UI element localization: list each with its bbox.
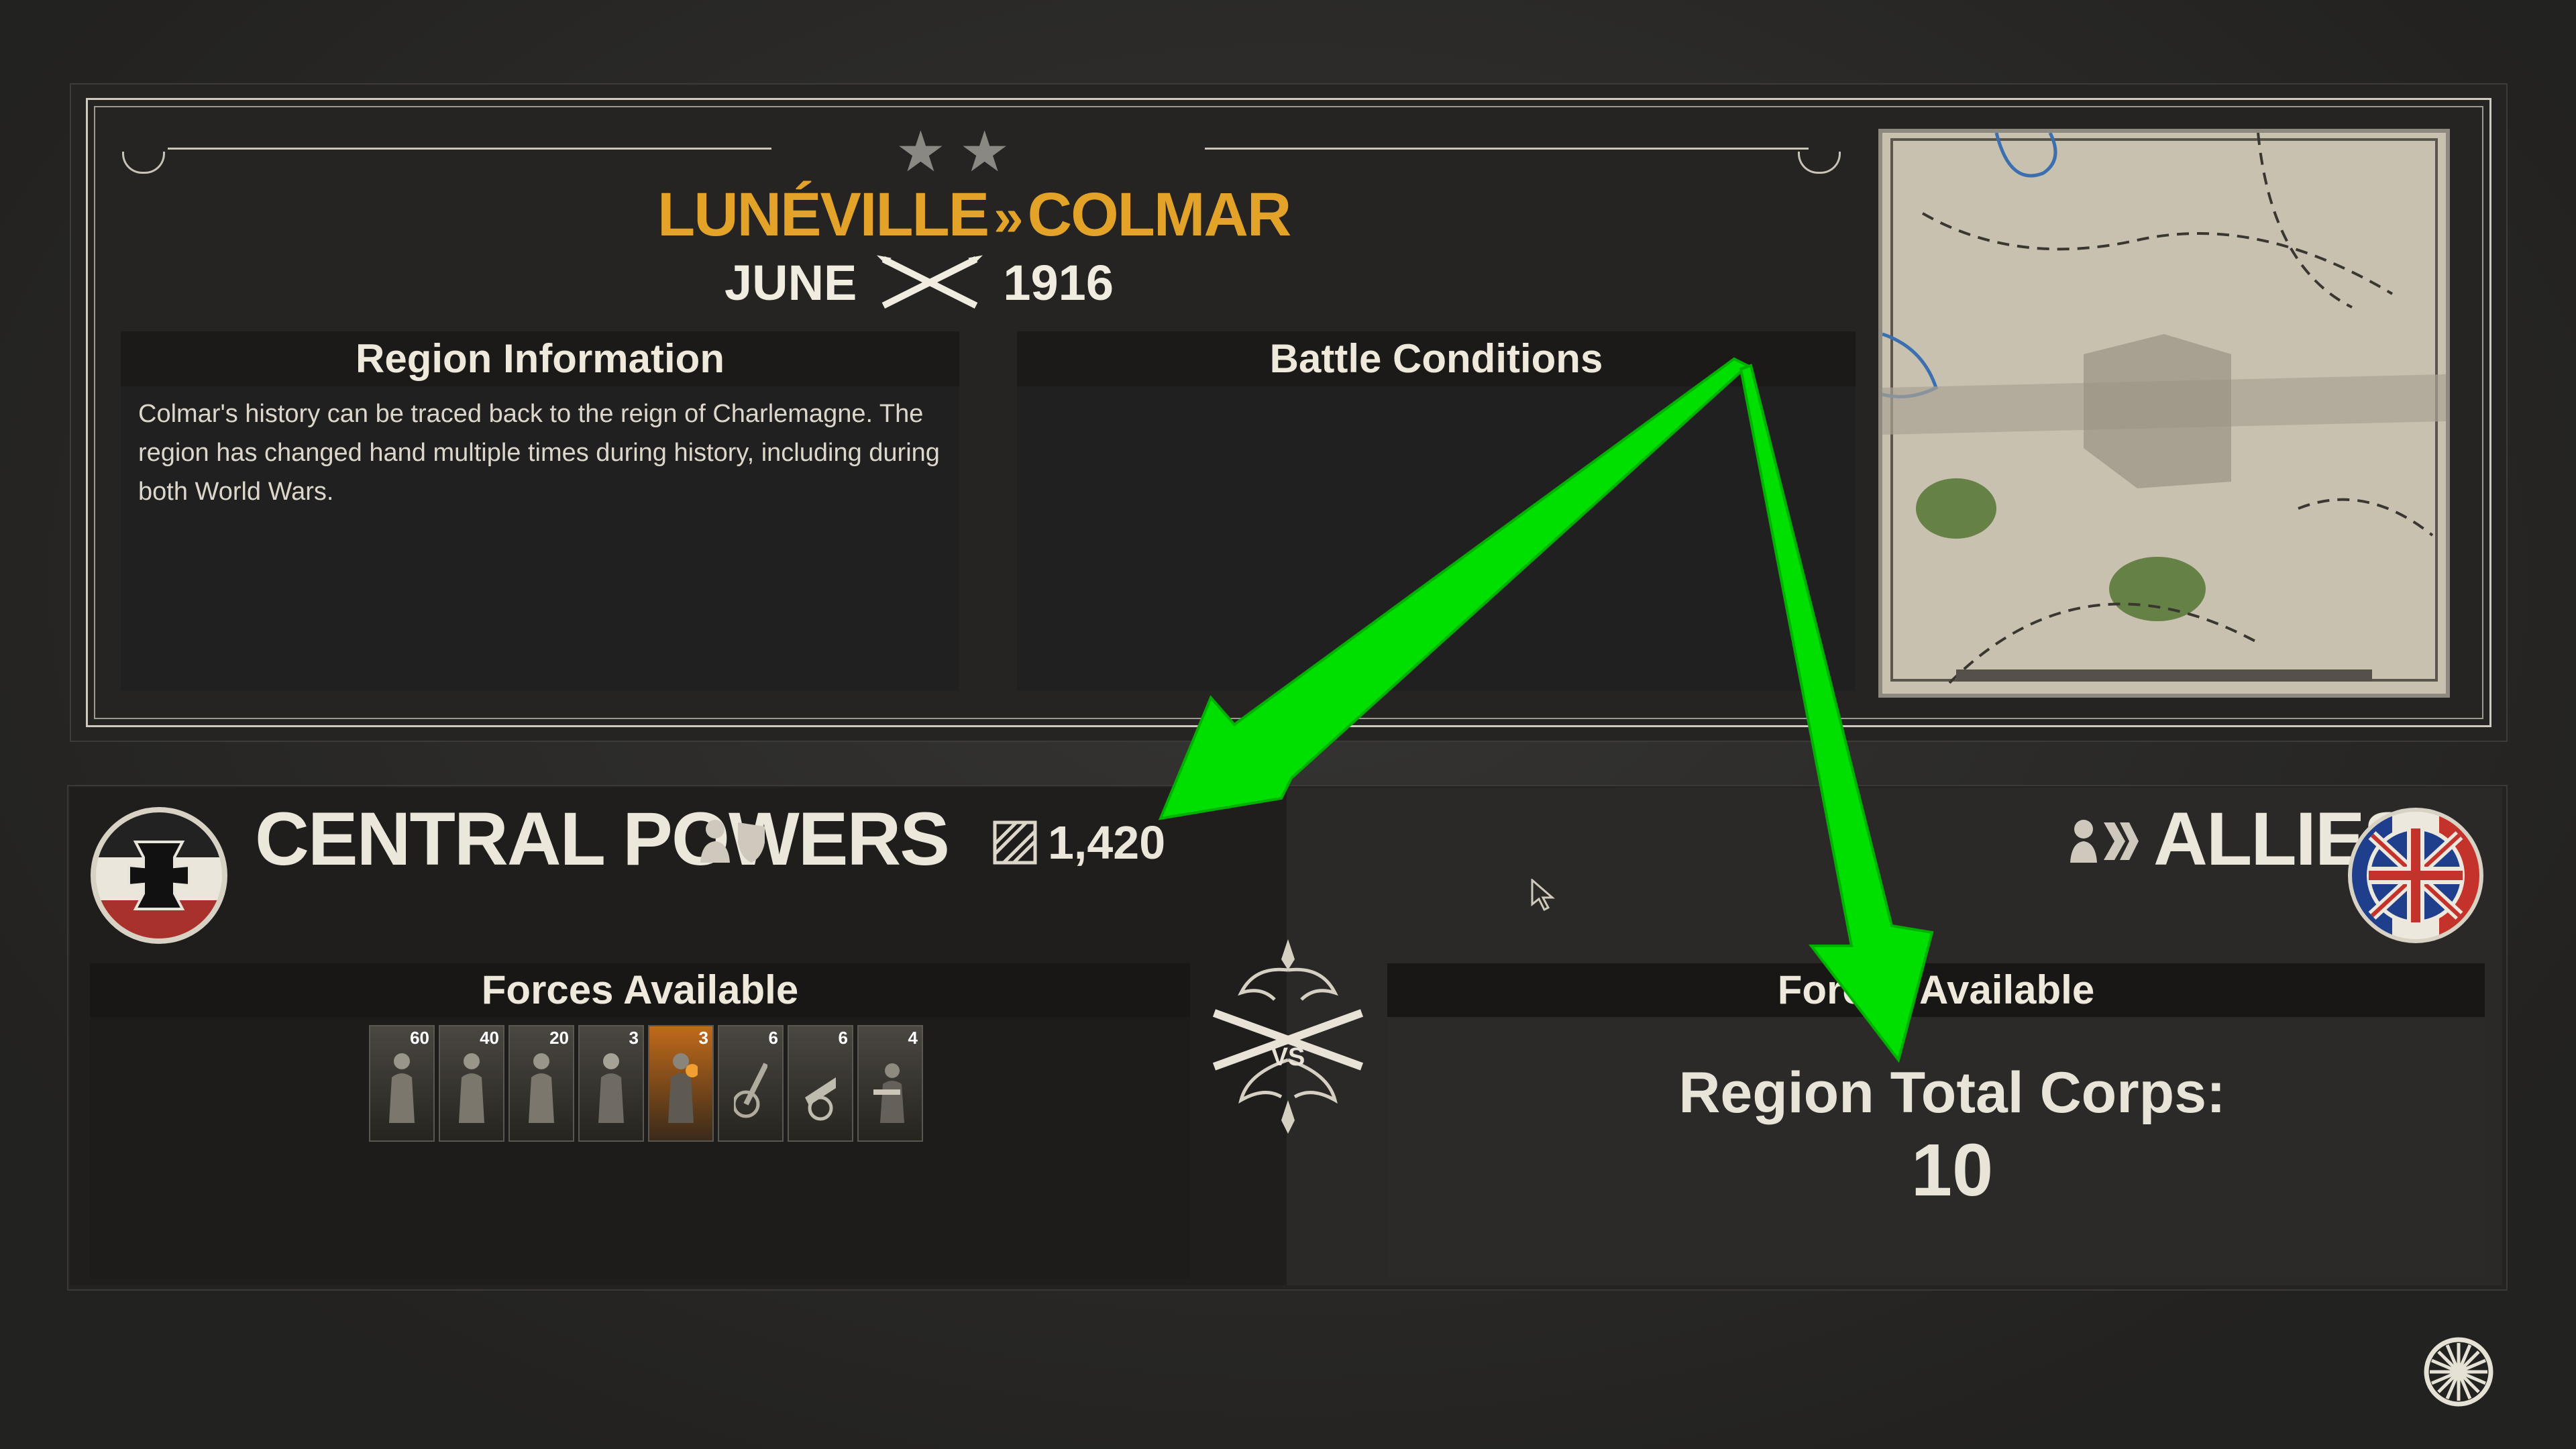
unit-card[interactable]: 40	[439, 1025, 504, 1142]
soldier-defend-icon	[700, 820, 765, 863]
artillery-icon	[734, 1063, 767, 1118]
region-total-corps: Region Total Corps: 10	[1597, 1060, 2308, 1213]
spinner-wheel-icon[interactable]	[2422, 1335, 2496, 1409]
star-icon: ★	[959, 120, 1010, 183]
battle-year: 1916	[1003, 254, 1114, 311]
rifleman-icon	[529, 1053, 554, 1123]
allies-forces-header: Forces Available	[1387, 963, 2485, 1017]
ornament-line-left	[168, 148, 771, 150]
unit-card[interactable]: 3	[578, 1025, 644, 1142]
unit-count: 20	[549, 1028, 569, 1048]
allies-emblem-icon	[2348, 808, 2483, 943]
unit-count: 60	[410, 1028, 429, 1048]
region-info-text: Colmar's history can be traced back to t…	[138, 400, 940, 506]
battle-month: JUNE	[724, 254, 857, 311]
vs-label: VS	[1271, 1043, 1305, 1071]
difficulty-stars: ★ ★	[885, 120, 1020, 183]
machine-gun-icon	[873, 1063, 904, 1123]
flamethrower-icon	[668, 1053, 698, 1123]
region-info-header: Region Information	[121, 331, 959, 386]
central-forces-header: Forces Available	[90, 963, 1190, 1017]
region-total-label: Region Total Corps:	[1678, 1061, 2226, 1125]
mouse-cursor-icon	[1531, 879, 1556, 912]
battle-conditions-body	[1017, 386, 1856, 691]
origin-name: LUNÉVILLE	[657, 180, 989, 249]
manpower-value: 1,420	[1048, 816, 1166, 869]
manpower-icon	[993, 820, 1037, 865]
unit-count: 3	[629, 1028, 639, 1048]
star-icon: ★	[895, 120, 946, 183]
unit-count: 3	[698, 1028, 708, 1048]
versus-emblem: VS	[1212, 939, 1364, 1134]
unit-card[interactable]: 6	[718, 1025, 784, 1142]
unit-count: 6	[838, 1028, 848, 1048]
unit-card[interactable]: 60	[369, 1025, 435, 1142]
central-powers-name: CENTRAL POWERS	[255, 797, 950, 881]
battle-date: JUNE 1916	[724, 246, 1114, 319]
manpower-counter: 1,420	[993, 816, 1165, 869]
unit-count: 40	[480, 1028, 499, 1048]
soldier-attack-icon	[2070, 820, 2139, 863]
map-terrain	[1882, 131, 2446, 694]
rifleman-icon	[389, 1053, 415, 1123]
unit-card[interactable]: 3	[648, 1025, 714, 1142]
destination-name: COLMAR	[1027, 180, 1292, 249]
battle-route-title: LUNÉVILLE »COLMAR	[657, 180, 1291, 250]
route-chevron-icon: »	[994, 187, 1023, 247]
battle-conditions-header: Battle Conditions	[1017, 331, 1856, 386]
crossed-swords-icon	[877, 255, 983, 309]
unit-card[interactable]: 6	[788, 1025, 853, 1142]
ornament-line-right	[1205, 148, 1809, 150]
unit-count: 6	[768, 1028, 778, 1048]
central-powers-emblem-icon	[91, 807, 227, 944]
unit-card[interactable]: 20	[508, 1025, 574, 1142]
field-gun-icon	[805, 1077, 836, 1121]
officer-icon	[598, 1053, 624, 1123]
battle-map-thumbnail[interactable]	[1878, 129, 2450, 698]
region-total-value: 10	[1911, 1129, 1994, 1212]
unit-card[interactable]: 4	[857, 1025, 923, 1142]
central-unit-cards: 60 40 20 3 3 6 6 4	[369, 1025, 923, 1142]
rifleman-icon	[459, 1053, 484, 1123]
unit-count: 4	[908, 1028, 918, 1048]
